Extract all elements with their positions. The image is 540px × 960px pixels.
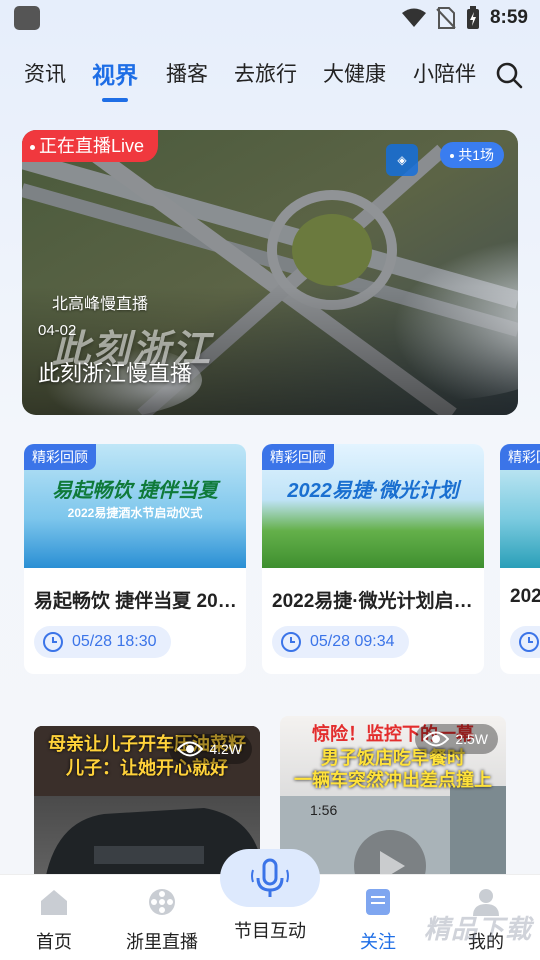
tab-news[interactable]: 资讯 (24, 58, 66, 88)
battery-charging-icon (466, 6, 479, 29)
status-time: 8:59 (489, 7, 528, 28)
replay-tag: 精彩回顾 (262, 444, 334, 470)
replay-time-pill: 05/28 18:30 (34, 626, 171, 658)
nav-follow-label: 关注 (360, 932, 396, 952)
replay-card[interactable]: 精彩回顾 2022 (500, 444, 540, 674)
hero-title: 此刻浙江慢直播 (38, 361, 193, 386)
view-count-badge: 2.5W (415, 724, 498, 754)
replay-time: 05/28 18:30 (72, 633, 157, 650)
video-caption-line3: 一辆车突然冲出差点撞上 (294, 770, 492, 790)
replay-carousel[interactable]: 易起畅饮 捷伴当夏 2022易捷酒水节启动仪式 精彩回顾 易起畅饮 捷伴当夏 2… (24, 444, 540, 676)
nav-home-label: 首页 (36, 932, 72, 952)
thumb-subtitle: 2022易捷酒水节启动仪式 (67, 506, 203, 520)
nav-follow[interactable]: 关注 (328, 887, 428, 954)
live-badge-label: 正在直播Live (39, 136, 145, 156)
tab-podcast[interactable]: 播客 (166, 58, 208, 88)
live-banner[interactable]: 正在直播Live ◈ 共1场 北高峰慢直播 此刻浙江 04-02 此刻浙江慢直播 (22, 130, 518, 415)
replay-time-pill (510, 626, 540, 658)
nav-interaction[interactable]: 节目互动 (220, 917, 320, 943)
microphone-icon (251, 858, 289, 897)
tab-travel[interactable]: 去旅行 (234, 58, 297, 88)
count-dot (450, 154, 455, 159)
top-tab-bar: 资讯 视界 播客 去旅行 大健康 小陪伴 (0, 50, 540, 106)
replay-time-pill: 05/28 09:34 (272, 626, 409, 658)
tab-companion[interactable]: 小陪伴 (413, 58, 476, 88)
app-notification-icon (14, 6, 40, 30)
nav-live-label: 浙里直播 (126, 932, 198, 952)
hero-date: 04-02 (38, 322, 77, 339)
live-count-label: 共1场 (458, 147, 494, 163)
thumb-headline: 易起畅饮 捷伴当夏 (52, 480, 218, 502)
search-icon[interactable] (494, 60, 524, 90)
film-reel-icon (149, 889, 175, 915)
replay-title: 2022易捷·微光计划启动仪式 (272, 591, 477, 612)
replay-card[interactable]: 2022易捷·微光计划 精彩回顾 2022易捷·微光计划启动仪式 05/28 0… (262, 444, 484, 674)
channel-logo-icon: ◈ (386, 144, 418, 176)
nav-home[interactable]: 首页 (4, 887, 104, 954)
view-count: 4.2W (209, 741, 242, 757)
active-tab-indicator (102, 98, 128, 102)
follow-icon (366, 889, 390, 915)
no-sim-icon (436, 7, 456, 29)
tab-vision-label: 视界 (92, 62, 138, 88)
video-timestamp: 1:56 (310, 802, 338, 818)
replay-time: 05/28 09:34 (310, 633, 395, 650)
wifi-icon (401, 8, 426, 27)
hero-subtitle: 北高峰慢直播 (52, 296, 149, 313)
replay-title: 2022 (510, 586, 540, 607)
thumb-headline: 2022易捷·微光计划 (287, 480, 459, 502)
home-icon (41, 890, 67, 915)
replay-tag: 精彩回顾 (24, 444, 96, 470)
nav-interaction-label: 节目互动 (234, 921, 306, 941)
status-bar: 8:59 (0, 0, 540, 36)
replay-card[interactable]: 易起畅饮 捷伴当夏 2022易捷酒水节启动仪式 精彩回顾 易起畅饮 捷伴当夏 2… (24, 444, 246, 674)
clock-icon (519, 632, 539, 652)
live-count-badge: 共1场 (440, 142, 504, 168)
tab-health[interactable]: 大健康 (323, 58, 386, 88)
eye-icon (177, 741, 204, 757)
clock-icon (281, 632, 301, 652)
clock-icon (43, 632, 63, 652)
status-icons: 8:59 (401, 6, 528, 30)
nav-live[interactable]: 浙里直播 (112, 887, 212, 954)
replay-title: 易起畅饮 捷伴当夏 2022易捷酒水节启动仪式 (34, 591, 239, 612)
tab-vision[interactable]: 视界 (92, 56, 138, 102)
bottom-nav-bar: 首页 浙里直播 节目互动 关注 我的 精品下载 (0, 849, 540, 960)
live-dot (30, 144, 35, 150)
site-watermark: 精品下载 (423, 914, 532, 944)
live-status-badge: 正在直播Live (22, 130, 159, 162)
replay-tag: 精彩回顾 (500, 444, 540, 470)
eye-icon (423, 731, 450, 747)
voice-interaction-button[interactable] (220, 849, 320, 907)
view-count-badge: 4.2W (169, 734, 252, 764)
view-count: 2.5W (455, 731, 488, 747)
